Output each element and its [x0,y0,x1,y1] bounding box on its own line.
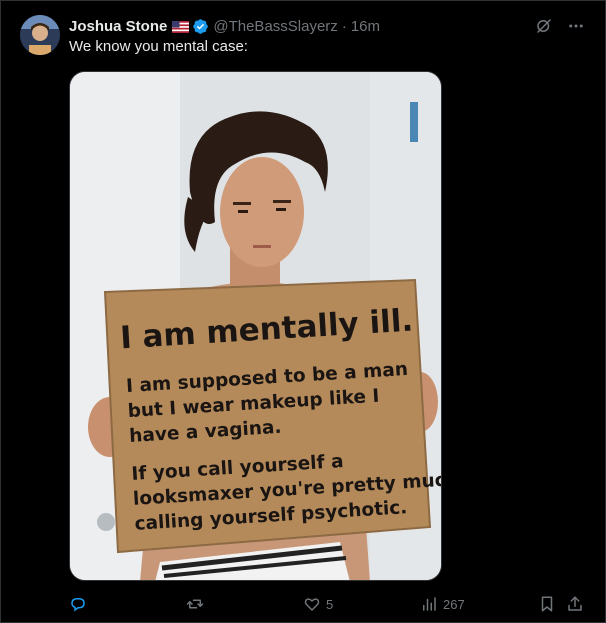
retweet-button[interactable] [186,595,209,613]
header-actions [535,17,585,35]
tweet-actions-bar: 5 267 [69,593,585,615]
tweet-timestamp[interactable]: 16m [351,18,380,35]
bookmark-button[interactable] [538,595,556,613]
more-icon[interactable] [567,17,585,35]
display-name[interactable]: Joshua Stone [69,18,167,35]
us-flag-icon [172,20,190,33]
heart-icon [304,598,320,612]
share-icon [568,596,582,611]
separator-dot: · [341,17,347,35]
tweet-media-photo[interactable]: I am mentally ill. I am supposed to be a… [69,71,442,581]
view-count: 267 [443,596,465,612]
retweet-icon [186,599,204,609]
like-button[interactable]: 5 [303,595,333,613]
tweet-text: We know you mental case: [69,38,248,55]
tweet-card[interactable]: Joshua Stone @TheBassSlayerz · 16m We kn… [0,0,606,623]
grok-icon[interactable] [535,17,553,35]
tweet-header: Joshua Stone @TheBassSlayerz · 16m [69,16,585,36]
avatar[interactable] [20,15,60,55]
verified-badge-icon [192,18,209,35]
reply-icon [71,598,85,612]
views-icon [423,597,436,611]
reply-button[interactable] [69,595,92,613]
bookmark-icon [541,596,553,612]
share-button[interactable] [566,595,584,613]
like-count: 5 [326,596,334,612]
views-button[interactable]: 267 [420,595,465,613]
author-handle[interactable]: @TheBassSlayerz [213,18,337,35]
